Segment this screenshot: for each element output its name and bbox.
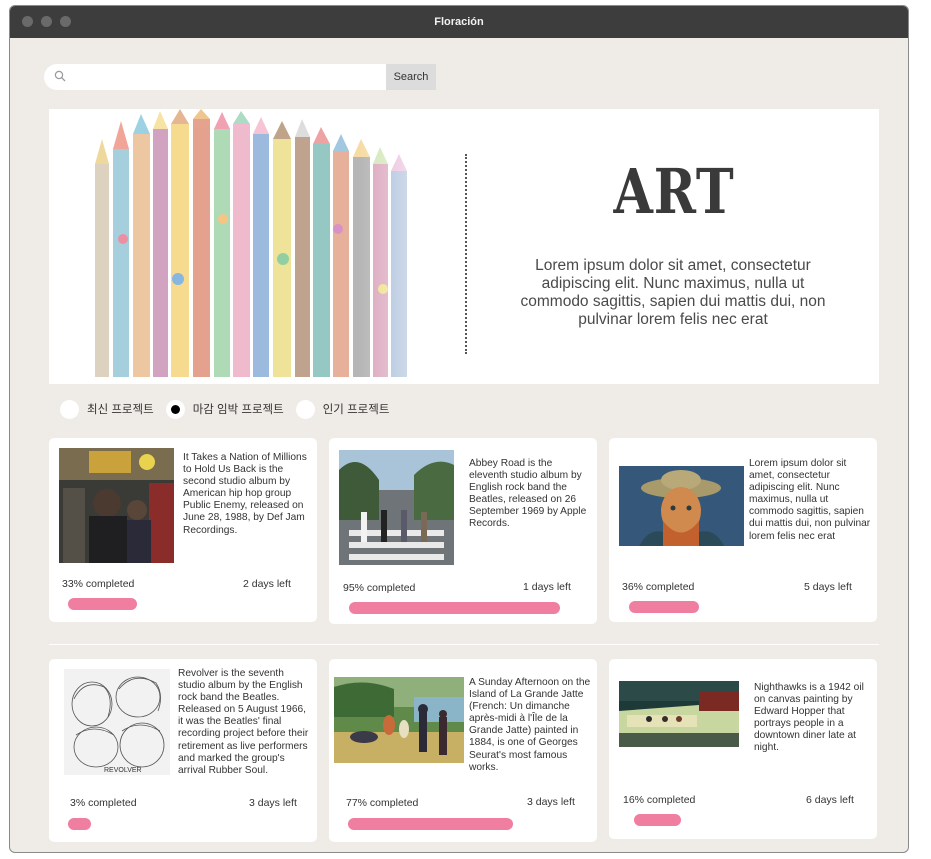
painting-image — [619, 466, 744, 546]
progress-bar — [68, 598, 137, 610]
hero-divider — [465, 154, 467, 354]
album-title-text: REVOLVER — [104, 767, 142, 774]
search-bar: Search — [44, 64, 436, 90]
completion-label: 77% completed — [346, 797, 419, 809]
project-card[interactable]: Abbey Road is the eleventh studio album … — [329, 438, 597, 624]
days-left-label: 2 days left — [243, 578, 291, 590]
paintbrushes-image — [83, 109, 453, 377]
maximize-window-button[interactable] — [60, 16, 71, 27]
close-window-button[interactable] — [22, 16, 33, 27]
card-description: Lorem ipsum dolor sit amet, consectetur … — [749, 458, 871, 542]
window-title: Floración — [434, 16, 484, 28]
progress-bar — [348, 818, 513, 830]
row-divider — [49, 644, 879, 645]
radio-popular[interactable] — [295, 399, 315, 419]
completion-label: 3% completed — [70, 797, 137, 809]
album-cover-image — [59, 448, 174, 563]
project-card[interactable]: Lorem ipsum dolor sit amet, consectetur … — [609, 438, 877, 622]
project-card[interactable]: REVOLVER Revolver is the seventh studio … — [49, 659, 317, 842]
painting-image — [619, 681, 739, 747]
window-controls — [22, 16, 71, 27]
album-cover-image — [339, 450, 454, 565]
hero-title: ART — [613, 155, 735, 228]
days-left-label: 3 days left — [249, 797, 297, 809]
app-window: Floración Search ART Lorem ipsum dolor s… — [9, 5, 909, 853]
filter-popular-projects[interactable]: 인기 프로젝트 — [295, 399, 390, 419]
project-card[interactable]: It Takes a Nation of Millions to Hold Us… — [49, 438, 317, 622]
filter-label: 마감 임박 프로젝트 — [192, 404, 284, 416]
search-button[interactable]: Search — [386, 64, 436, 90]
progress-bar — [349, 602, 560, 614]
radio-deadline[interactable] — [165, 399, 185, 419]
card-description: A Sunday Afternoon on the Island of La G… — [469, 677, 591, 773]
days-left-label: 1 days left — [523, 581, 571, 593]
progress-bar — [68, 818, 91, 830]
hero-banner: ART Lorem ipsum dolor sit amet, consecte… — [49, 109, 879, 384]
project-card[interactable]: A Sunday Afternoon on the Island of La G… — [329, 659, 597, 842]
filter-label: 최신 프로젝트 — [87, 404, 154, 416]
progress-bar — [629, 601, 699, 613]
days-left-label: 6 days left — [806, 794, 854, 806]
project-card[interactable]: Nighthawks is a 1942 oil on canvas paint… — [609, 659, 877, 839]
search-field — [44, 64, 386, 90]
card-description: It Takes a Nation of Millions to Hold Us… — [183, 452, 307, 536]
completion-label: 16% completed — [623, 794, 696, 806]
title-bar: Floración — [10, 6, 908, 38]
album-cover-image: REVOLVER — [64, 669, 170, 775]
project-filter-group: 최신 프로젝트 마감 임박 프로젝트 인기 프로젝트 — [60, 399, 401, 419]
radio-latest[interactable] — [60, 399, 79, 419]
completion-label: 95% completed — [343, 582, 416, 594]
filter-deadline-projects[interactable]: 마감 임박 프로젝트 — [165, 399, 284, 419]
card-description: Nighthawks is a 1942 oil on canvas paint… — [754, 682, 864, 754]
days-left-label: 3 days left — [527, 796, 575, 808]
completion-label: 33% completed — [62, 578, 135, 590]
minimize-window-button[interactable] — [41, 16, 52, 27]
search-icon — [54, 70, 66, 82]
hero-description: Lorem ipsum dolor sit amet, consectetur … — [520, 257, 826, 328]
days-left-label: 5 days left — [804, 581, 852, 593]
filter-label: 인기 프로젝트 — [322, 404, 390, 416]
progress-bar — [634, 814, 681, 826]
search-input[interactable] — [44, 64, 386, 90]
painting-image — [334, 677, 464, 763]
card-description: Revolver is the seventh studio album by … — [178, 668, 309, 776]
filter-latest-projects[interactable]: 최신 프로젝트 — [60, 399, 154, 419]
card-description: Abbey Road is the eleventh studio album … — [469, 458, 587, 530]
completion-label: 36% completed — [622, 581, 695, 593]
